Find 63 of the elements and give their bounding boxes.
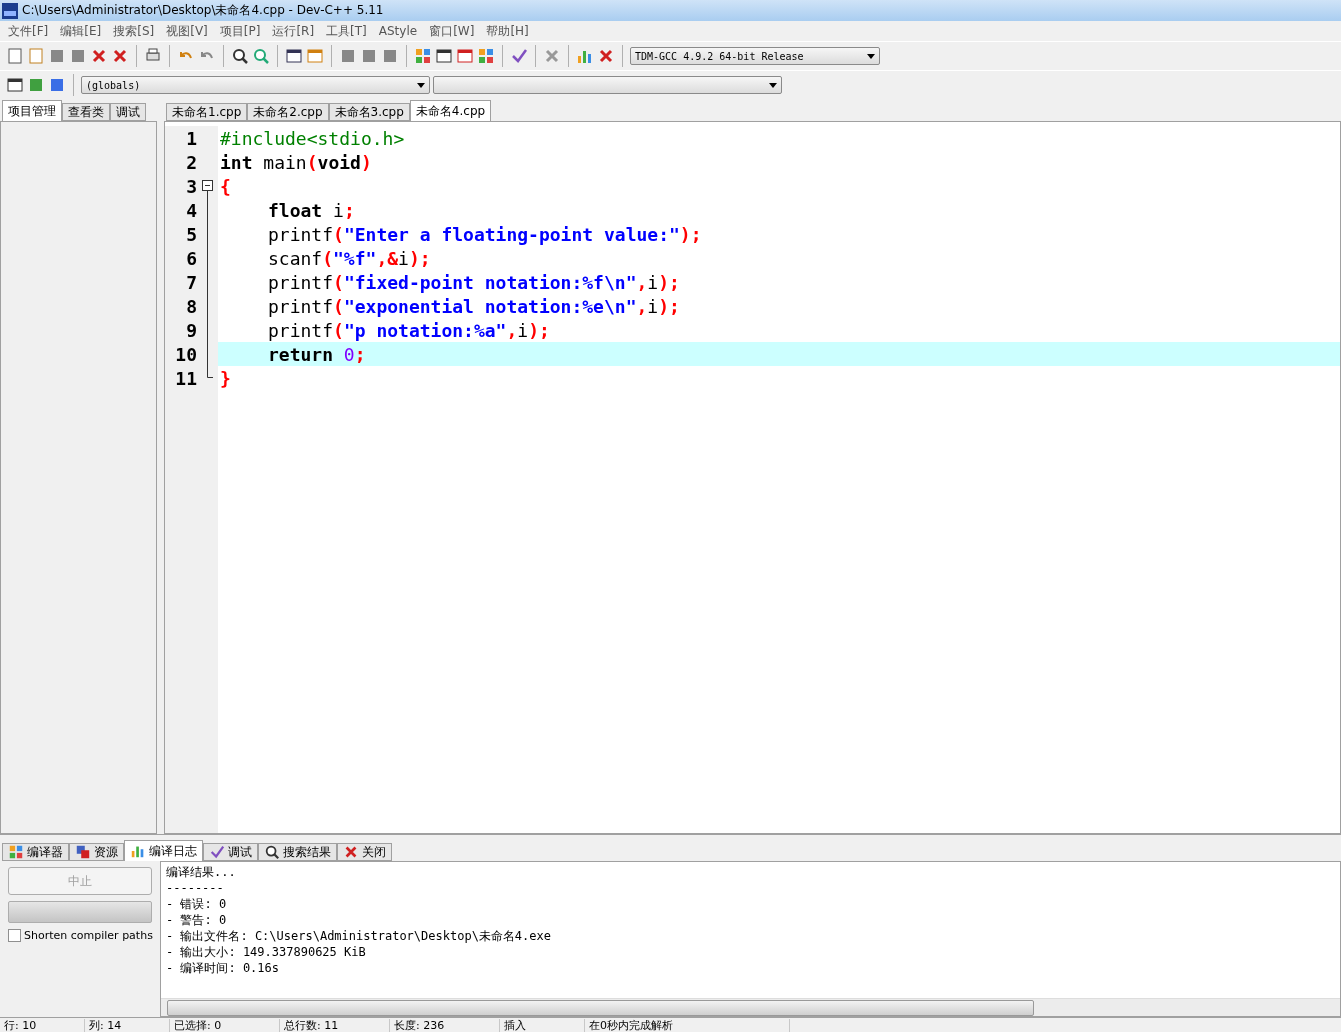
status-text: 总行数: 11	[280, 1018, 390, 1032]
menu-item[interactable]: 文件[F]	[2, 22, 55, 40]
menu-item[interactable]: 编辑[E]	[54, 22, 108, 40]
menu-item[interactable]: 视图[V]	[160, 22, 214, 40]
log-line: - 警告: 0	[166, 912, 228, 928]
tab[interactable]: 关闭	[337, 843, 392, 861]
line-number: 11	[174, 367, 197, 389]
code-line: }	[220, 367, 231, 389]
status-text: 列: 14	[85, 1018, 170, 1032]
code-line: #include<stdio.h>	[220, 127, 405, 149]
log-line: - 输出大小: 149.337890625 KiB	[166, 944, 367, 960]
code-line: printf("p notation:%a",i);	[268, 319, 550, 341]
tab[interactable]: 搜索结果	[258, 843, 337, 861]
status-text: 行: 10	[0, 1018, 85, 1032]
menu-item[interactable]: 工具[T]	[320, 22, 373, 40]
tab[interactable]: 未命名2.cpp	[247, 103, 329, 121]
tab[interactable]: 未命名1.cpp	[166, 103, 248, 121]
log-line: - 错误: 0	[166, 896, 228, 912]
status-text: 插入	[500, 1018, 585, 1032]
line-number: 2	[185, 151, 197, 173]
menu-item[interactable]: 窗口[W]	[423, 22, 481, 40]
status-text: 长度: 236	[390, 1018, 500, 1032]
menu-item[interactable]: 搜索[S]	[107, 22, 161, 40]
line-number: 8	[185, 295, 197, 317]
tab[interactable]: 调试	[110, 103, 146, 121]
code-line: printf("fixed-point notation:%f\n",i);	[268, 271, 680, 293]
line-number: 10	[174, 343, 197, 365]
checkbox-label: Shorten compiler paths	[24, 929, 153, 942]
code-line: {	[220, 175, 231, 197]
tab[interactable]: 编译器	[2, 843, 69, 861]
line-number: 6	[185, 247, 197, 269]
line-number: 9	[185, 319, 197, 341]
tab[interactable]: 查看类	[62, 103, 110, 121]
tab[interactable]: 编译日志	[124, 840, 203, 861]
line-number: 4	[185, 199, 197, 221]
menu-item[interactable]: 项目[P]	[213, 22, 267, 40]
log-line: - 编译时间: 0.16s	[166, 960, 281, 976]
tab[interactable]: 未命名3.cpp	[328, 103, 410, 121]
tab[interactable]: 项目管理	[2, 100, 62, 121]
tab[interactable]: 调试	[203, 843, 258, 861]
tab[interactable]: 未命名4.cpp	[409, 100, 492, 121]
menu-item[interactable]: 帮助[H]	[480, 22, 535, 40]
window-title: C:\Users\Administrator\Desktop\未命名4.cpp - Dev-C++ 5.11	[22, 2, 384, 19]
code-line: printf("exponential notation:%e\n",i);	[268, 295, 680, 317]
code-line: scanf("%f",&i);	[268, 247, 431, 269]
menu-item[interactable]: 运行[R]	[266, 22, 321, 40]
status-text: 已选择: 0	[170, 1018, 280, 1032]
log-line: - 输出文件名: C:\Users\Administrator\Desktop\未命名4.exe	[166, 928, 552, 944]
line-number: 1	[185, 127, 197, 149]
code-line: printf("Enter a floating-point value:");	[268, 223, 702, 245]
code-line: int main(void)	[220, 151, 372, 173]
log-line: --------	[166, 880, 225, 896]
line-number: 3	[185, 175, 197, 197]
compiler-select[interactable]: TDM-GCC 4.9.2 64-bit Release	[630, 47, 880, 65]
code-line: return 0;	[268, 343, 366, 365]
log-line: 编译结果...	[166, 864, 237, 880]
status-text: 在0秒内完成解析	[585, 1018, 790, 1032]
line-number: 7	[185, 271, 197, 293]
scope-select[interactable]: (globals)	[81, 76, 430, 94]
menu-item[interactable]: AStyle	[372, 24, 424, 38]
code-line: float i;	[268, 199, 355, 221]
line-number: 5	[185, 223, 197, 245]
tab[interactable]: 资源	[69, 843, 124, 861]
